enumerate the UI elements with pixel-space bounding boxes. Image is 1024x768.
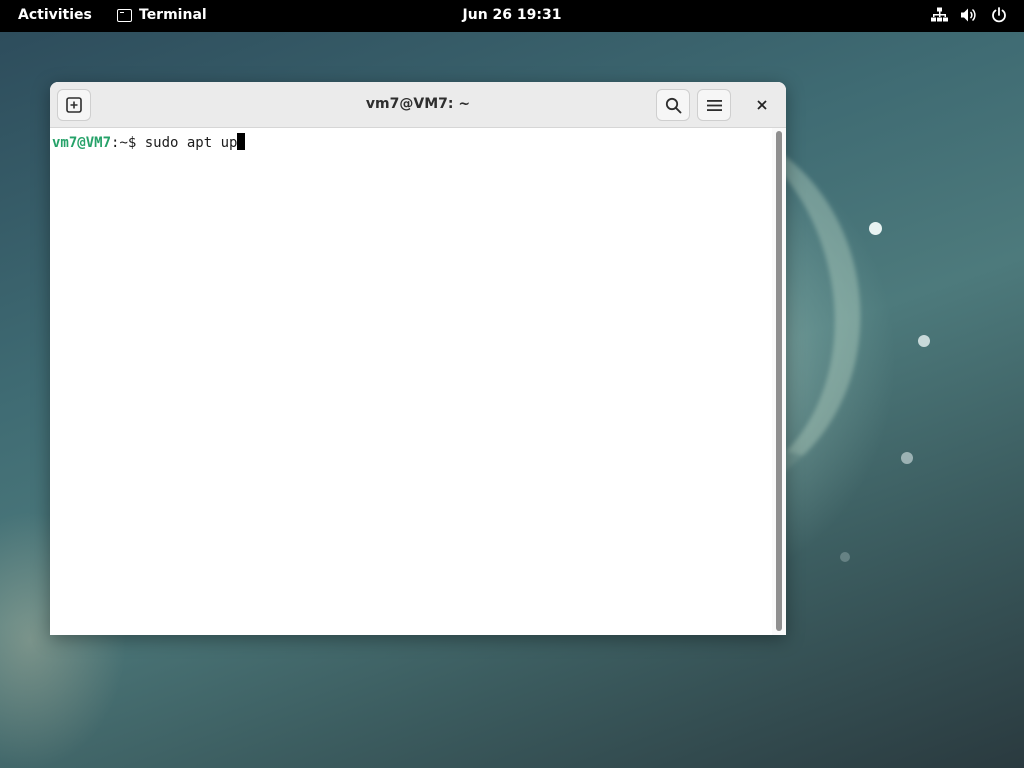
text-cursor [237,133,246,150]
hamburger-menu-icon [706,99,722,111]
activities-button[interactable]: Activities [18,7,92,23]
top-bar: Activities Terminal Jun 26 19:31 [0,0,1024,32]
clock-button[interactable]: Jun 26 19:31 [463,7,562,23]
terminal-app-icon [117,8,132,22]
power-icon[interactable] [990,6,1008,24]
app-menu-button[interactable]: Terminal [117,7,207,23]
wallpaper-dot [901,452,913,464]
network-icon[interactable] [930,6,948,24]
close-button[interactable] [750,93,774,117]
scrollbar-thumb[interactable] [776,131,782,631]
terminal-window: vm7@VM7: ~ vm7@VM7:~$ sudo apt up [50,82,786,635]
prompt-user-host: vm7@VM7 [52,135,112,151]
prompt-path: :~$ [111,135,145,151]
command-input[interactable]: sudo apt up [145,135,238,151]
wallpaper-dot [840,552,850,562]
window-titlebar[interactable]: vm7@VM7: ~ [50,82,786,128]
wallpaper-dot [869,222,882,235]
app-menu-label: Terminal [139,7,207,23]
system-tray[interactable] [930,6,1008,24]
search-icon [665,97,681,113]
menu-button[interactable] [697,89,731,121]
search-button[interactable] [656,89,690,121]
terminal-output[interactable]: vm7@VM7:~$ sudo apt up [50,128,772,635]
wallpaper-dot [918,335,930,347]
volume-icon[interactable] [960,6,978,24]
scrollbar[interactable] [772,128,786,635]
close-icon [757,100,767,110]
